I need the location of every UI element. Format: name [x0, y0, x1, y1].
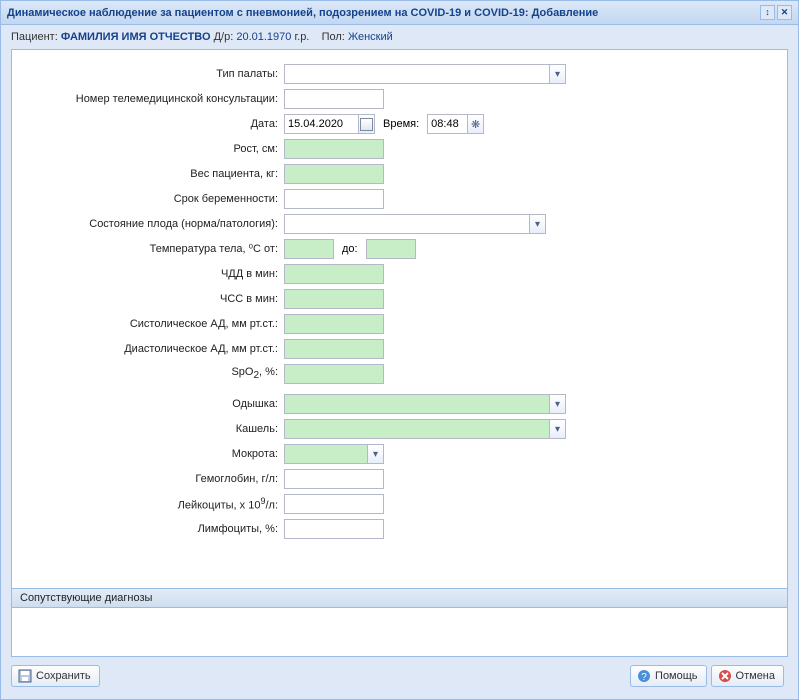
save-icon: [18, 669, 32, 683]
temp-to-label: до:: [334, 243, 366, 255]
date-label: Дата:: [26, 118, 284, 131]
cough-combo[interactable]: ▾: [284, 419, 566, 439]
date-input[interactable]: [284, 114, 358, 134]
svg-text:?: ?: [641, 672, 647, 683]
window-title: Динамическое наблюдение за пациентом с п…: [7, 7, 758, 19]
dyspnea-trigger[interactable]: ▾: [549, 394, 566, 414]
fetus-state-label: Состояние плода (норма/патология):: [26, 218, 284, 231]
save-button[interactable]: Сохранить: [11, 665, 100, 687]
titlebar: Динамическое наблюдение за пациентом с п…: [1, 1, 798, 25]
cancel-button-label: Отмена: [736, 670, 775, 682]
dob-suffix: г.р.: [294, 31, 309, 43]
wbc-label: Лейкоциты, х 109/л:: [26, 496, 284, 512]
form-scroll[interactable]: Тип палаты: ▾ Номер телемедицинской конс…: [12, 50, 787, 588]
dob-value: 20.01.1970: [236, 31, 291, 43]
fetus-state-trigger[interactable]: ▾: [529, 214, 546, 234]
sbp-input[interactable]: [284, 314, 384, 334]
sbp-label: Систолическое АД, мм рт.ст.:: [26, 318, 284, 331]
rr-input[interactable]: [284, 264, 384, 284]
date-field[interactable]: [284, 114, 375, 134]
date-picker-icon[interactable]: [358, 114, 375, 134]
sputum-combo[interactable]: ▾: [284, 444, 384, 464]
ward-type-trigger[interactable]: ▾: [549, 64, 566, 84]
gestation-label: Срок беременности:: [26, 193, 284, 206]
ward-type-input[interactable]: [284, 64, 549, 84]
patient-bar: Пациент: ФАМИЛИЯ ИМЯ ОТЧЕСТВО Д/р: 20.01…: [1, 25, 798, 49]
help-icon: ?: [637, 669, 651, 683]
time-picker-icon[interactable]: ❋: [467, 114, 484, 134]
hr-input[interactable]: [284, 289, 384, 309]
fetus-state-input[interactable]: [284, 214, 529, 234]
diag-panel-header[interactable]: Сопутствующие диагнозы: [12, 588, 787, 608]
save-button-label: Сохранить: [36, 670, 91, 682]
hb-label: Гемоглобин, г/л:: [26, 473, 284, 486]
temp-from-input[interactable]: [284, 239, 334, 259]
dob-label: Д/р:: [214, 31, 234, 43]
lymph-label: Лимфоциты, %:: [26, 523, 284, 536]
patient-label: Пациент:: [11, 31, 58, 43]
lymph-input[interactable]: [284, 519, 384, 539]
form-area: Тип палаты: ▾ Номер телемедицинской конс…: [11, 49, 788, 657]
cancel-icon: [718, 669, 732, 683]
temp-label: Температура тела, ⁰С от:: [26, 243, 284, 256]
rr-label: ЧДД в мин:: [26, 268, 284, 281]
time-label: Время:: [375, 118, 427, 130]
dyspnea-input[interactable]: [284, 394, 549, 414]
collapse-icon[interactable]: ↕: [760, 5, 775, 20]
sex-value: Женский: [348, 31, 393, 43]
gestation-input[interactable]: [284, 189, 384, 209]
sputum-trigger[interactable]: ▾: [367, 444, 384, 464]
telemed-input[interactable]: [284, 89, 384, 109]
sputum-input[interactable]: [284, 444, 367, 464]
cancel-button[interactable]: Отмена: [711, 665, 784, 687]
height-input[interactable]: [284, 139, 384, 159]
dbp-input[interactable]: [284, 339, 384, 359]
dbp-label: Диастолическое АД, мм рт.ст.:: [26, 343, 284, 356]
fetus-state-combo[interactable]: ▾: [284, 214, 546, 234]
wbc-input[interactable]: [284, 494, 384, 514]
weight-label: Вес пациента, кг:: [26, 168, 284, 181]
temp-to-input[interactable]: [366, 239, 416, 259]
ward-type-label: Тип палаты:: [26, 68, 284, 81]
ward-type-combo[interactable]: ▾: [284, 64, 566, 84]
time-field[interactable]: ❋: [427, 114, 484, 134]
height-label: Рост, см:: [26, 143, 284, 156]
bottom-bar: Сохранить ? Помощь Отмена: [11, 661, 788, 691]
dyspnea-label: Одышка:: [26, 398, 284, 411]
spo2-input[interactable]: [284, 364, 384, 384]
patient-name: ФАМИЛИЯ ИМЯ ОТЧЕСТВО: [61, 31, 211, 43]
diag-panel-body: [12, 608, 787, 656]
dyspnea-combo[interactable]: ▾: [284, 394, 566, 414]
sex-label: Пол:: [322, 31, 345, 43]
help-button[interactable]: ? Помощь: [630, 665, 707, 687]
hr-label: ЧСС в мин:: [26, 293, 284, 306]
help-button-label: Помощь: [655, 670, 698, 682]
hb-input[interactable]: [284, 469, 384, 489]
cough-input[interactable]: [284, 419, 549, 439]
cough-label: Кашель:: [26, 423, 284, 436]
telemed-label: Номер телемедицинской консультации:: [26, 93, 284, 106]
spo2-label: SpO2, %:: [26, 366, 284, 382]
window: Динамическое наблюдение за пациентом с п…: [0, 0, 799, 700]
weight-input[interactable]: [284, 164, 384, 184]
sputum-label: Мокрота:: [26, 448, 284, 461]
time-input[interactable]: [427, 114, 467, 134]
close-icon[interactable]: ✕: [777, 5, 792, 20]
cough-trigger[interactable]: ▾: [549, 419, 566, 439]
